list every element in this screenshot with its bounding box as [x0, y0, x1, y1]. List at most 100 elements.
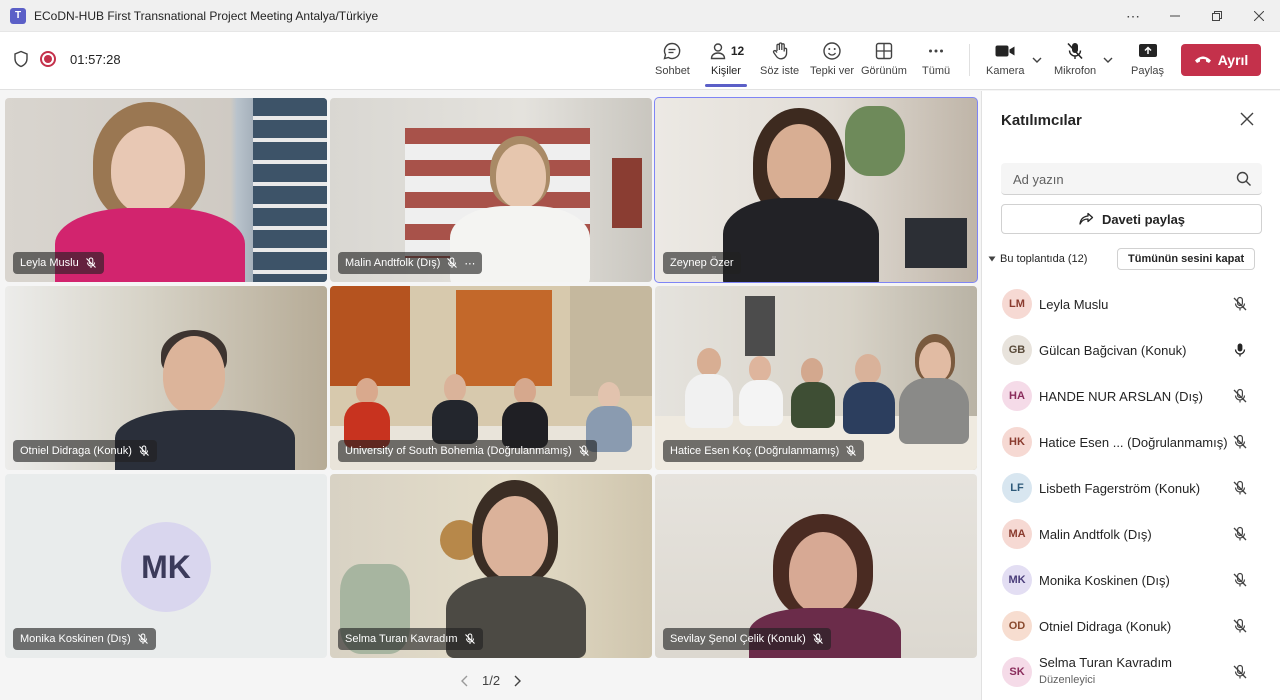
video-tile[interactable]: University of South Bohemia (Doğrulanmam… — [330, 286, 652, 470]
react-button[interactable]: Tepki ver — [810, 40, 854, 84]
close-icon[interactable] — [1239, 111, 1255, 127]
raise-hand-button[interactable]: Söz iste — [760, 40, 799, 84]
participant-video — [342, 378, 392, 448]
mic-options-chevron-icon[interactable] — [1102, 54, 1114, 66]
more-icon — [929, 49, 944, 53]
mic-muted-icon — [846, 445, 857, 456]
avatar: HK — [1002, 427, 1032, 457]
mic-muted-icon — [1233, 388, 1247, 403]
participant-video — [683, 348, 733, 428]
toolbar-divider — [969, 44, 970, 76]
people-count: 12 — [730, 44, 745, 58]
gallery-pager: 1/2 — [460, 673, 522, 688]
laptop — [905, 218, 967, 268]
share-screen-icon — [1138, 44, 1157, 57]
meeting-toolbar: 01:57:28 Sohbet 12 Kişiler Söz iste Tepk… — [0, 32, 1280, 90]
participant-name: Selma Turan Kavradım — [1039, 655, 1172, 670]
participant-name-tag: Selma Turan Kavradım — [338, 628, 483, 650]
video-tile[interactable]: Malin Andtfolk (Dış) ⋯ — [330, 98, 652, 282]
participant-row[interactable]: LF Lisbeth Fagerström (Konuk) — [982, 465, 1280, 511]
people-button[interactable]: 12 Kişiler — [704, 40, 748, 84]
mic-muted-icon — [812, 633, 823, 644]
participant-row[interactable]: LM Leyla Muslu — [982, 281, 1280, 327]
video-tile[interactable]: Otniel Didraga (Konuk) — [5, 286, 327, 470]
mute-all-button[interactable]: Tümünün sesini kapat — [1117, 248, 1256, 270]
participant-row[interactable]: OD Otniel Didraga (Konuk) — [982, 603, 1280, 649]
chevron-left-icon[interactable] — [460, 675, 470, 687]
mic-on-icon — [1234, 343, 1246, 357]
wall-panel — [570, 286, 652, 396]
people-icon — [710, 43, 726, 60]
wall-art — [612, 158, 642, 228]
shield-icon — [14, 50, 28, 68]
avatar: SK — [1002, 657, 1032, 687]
more-button[interactable]: Tümü — [922, 40, 950, 84]
participant-row[interactable]: GB Gülcan Bağcivan (Konuk) — [982, 327, 1280, 373]
view-button[interactable]: Görünüm — [861, 40, 907, 84]
chat-button[interactable]: Sohbet — [655, 40, 690, 84]
video-tile[interactable]: Leyla Muslu — [5, 98, 327, 282]
video-tile[interactable]: Hatice Esen Koç (Doğrulanmamış) — [655, 286, 977, 470]
participant-row[interactable]: SK Selma Turan Kavradım Düzenleyici — [982, 649, 1280, 695]
camera-options-chevron-icon[interactable] — [1031, 54, 1043, 66]
participant-name-tag: Sevilay Şenol Çelik (Konuk) — [663, 628, 831, 650]
participant-row[interactable]: HK Hatice Esen ... (Doğrulanmamış) — [982, 419, 1280, 465]
mic-off-icon — [1067, 42, 1083, 60]
video-tile[interactable]: MK Monika Koskinen (Dış) — [5, 474, 327, 658]
mic-muted-icon — [137, 633, 148, 644]
participants-panel: Katılımcılar Daveti paylaş Bu toplantıda… — [981, 91, 1280, 700]
video-tile[interactable]: Sevilay Şenol Çelik (Konuk) — [655, 474, 977, 658]
restore-button[interactable] — [1196, 0, 1238, 32]
participant-video — [841, 354, 897, 434]
mic-muted-icon — [1233, 664, 1247, 679]
minimize-button[interactable] — [1154, 0, 1196, 32]
page-indicator: 1/2 — [482, 673, 501, 688]
participant-row[interactable]: HA HANDE NUR ARSLAN (Dış) — [982, 373, 1280, 419]
video-stage: Leyla Muslu Malin Andtfolk (Dış) ⋯ Zeyne… — [0, 91, 980, 700]
search-icon[interactable] — [1236, 171, 1252, 187]
tile-more-icon[interactable]: ⋯ — [464, 257, 475, 270]
mic-muted-icon — [85, 257, 96, 268]
video-tile[interactable]: Zeynep Özer — [654, 97, 978, 283]
mic-muted-icon — [447, 257, 458, 268]
mic-muted-icon — [1233, 434, 1247, 449]
participant-video — [897, 334, 971, 444]
mic-muted-icon — [1233, 572, 1247, 587]
mic-muted-icon — [1233, 618, 1247, 633]
camera-button[interactable]: Kamera — [986, 40, 1025, 84]
meeting-timer: 01:57:28 — [70, 51, 121, 67]
participant-row[interactable]: MK Monika Koskinen (Dış) — [982, 557, 1280, 603]
avatar: OD — [1002, 611, 1032, 641]
mic-muted-icon — [464, 633, 475, 644]
more-options-icon[interactable]: ⋯ — [1112, 0, 1154, 32]
participant-name-tag: Otniel Didraga (Konuk) — [13, 440, 157, 462]
participant-row[interactable]: MA Malin Andtfolk (Dış) — [982, 511, 1280, 557]
participant-name: Malin Andtfolk (Dış) — [1039, 526, 1152, 542]
participant-name: Hatice Esen ... (Doğrulanmamış) — [1039, 434, 1228, 450]
teams-icon: T — [10, 7, 26, 24]
share-button[interactable]: Paylaş — [1131, 40, 1164, 84]
mic-muted-icon — [1233, 296, 1247, 311]
chevron-right-icon[interactable] — [512, 675, 522, 687]
participant-name-tag: Monika Koskinen (Dış) — [13, 628, 156, 650]
smiley-icon — [823, 42, 841, 60]
wall-art — [330, 286, 410, 386]
title-bar: T ECoDN-HUB First Transnational Project … — [0, 0, 1280, 32]
panel-title: Katılımcılar — [1001, 112, 1082, 129]
participant-name: Gülcan Bağcivan (Konuk) — [1039, 342, 1187, 358]
share-invite-button[interactable]: Daveti paylaş — [1001, 204, 1262, 234]
share-icon — [1079, 212, 1094, 225]
chat-icon — [663, 42, 681, 60]
video-tile[interactable]: Selma Turan Kavradım — [330, 474, 652, 658]
microphone-button[interactable]: Mikrofon — [1054, 40, 1096, 84]
search-input[interactable] — [1001, 163, 1231, 195]
participant-name: Lisbeth Fagerström (Konuk) — [1039, 480, 1201, 496]
leave-button[interactable]: Ayrıl — [1181, 44, 1261, 76]
close-window-button[interactable] — [1238, 0, 1280, 32]
in-meeting-section[interactable]: Bu toplantıda (12) Tümünün sesini kapat — [988, 248, 1268, 270]
participant-name: Monika Koskinen (Dış) — [1039, 572, 1170, 588]
participant-name: Leyla Muslu — [1039, 296, 1109, 312]
mic-muted-icon — [139, 445, 149, 456]
avatar: MK — [1002, 565, 1032, 595]
window-title: ECoDN-HUB First Transnational Project Me… — [34, 8, 379, 23]
